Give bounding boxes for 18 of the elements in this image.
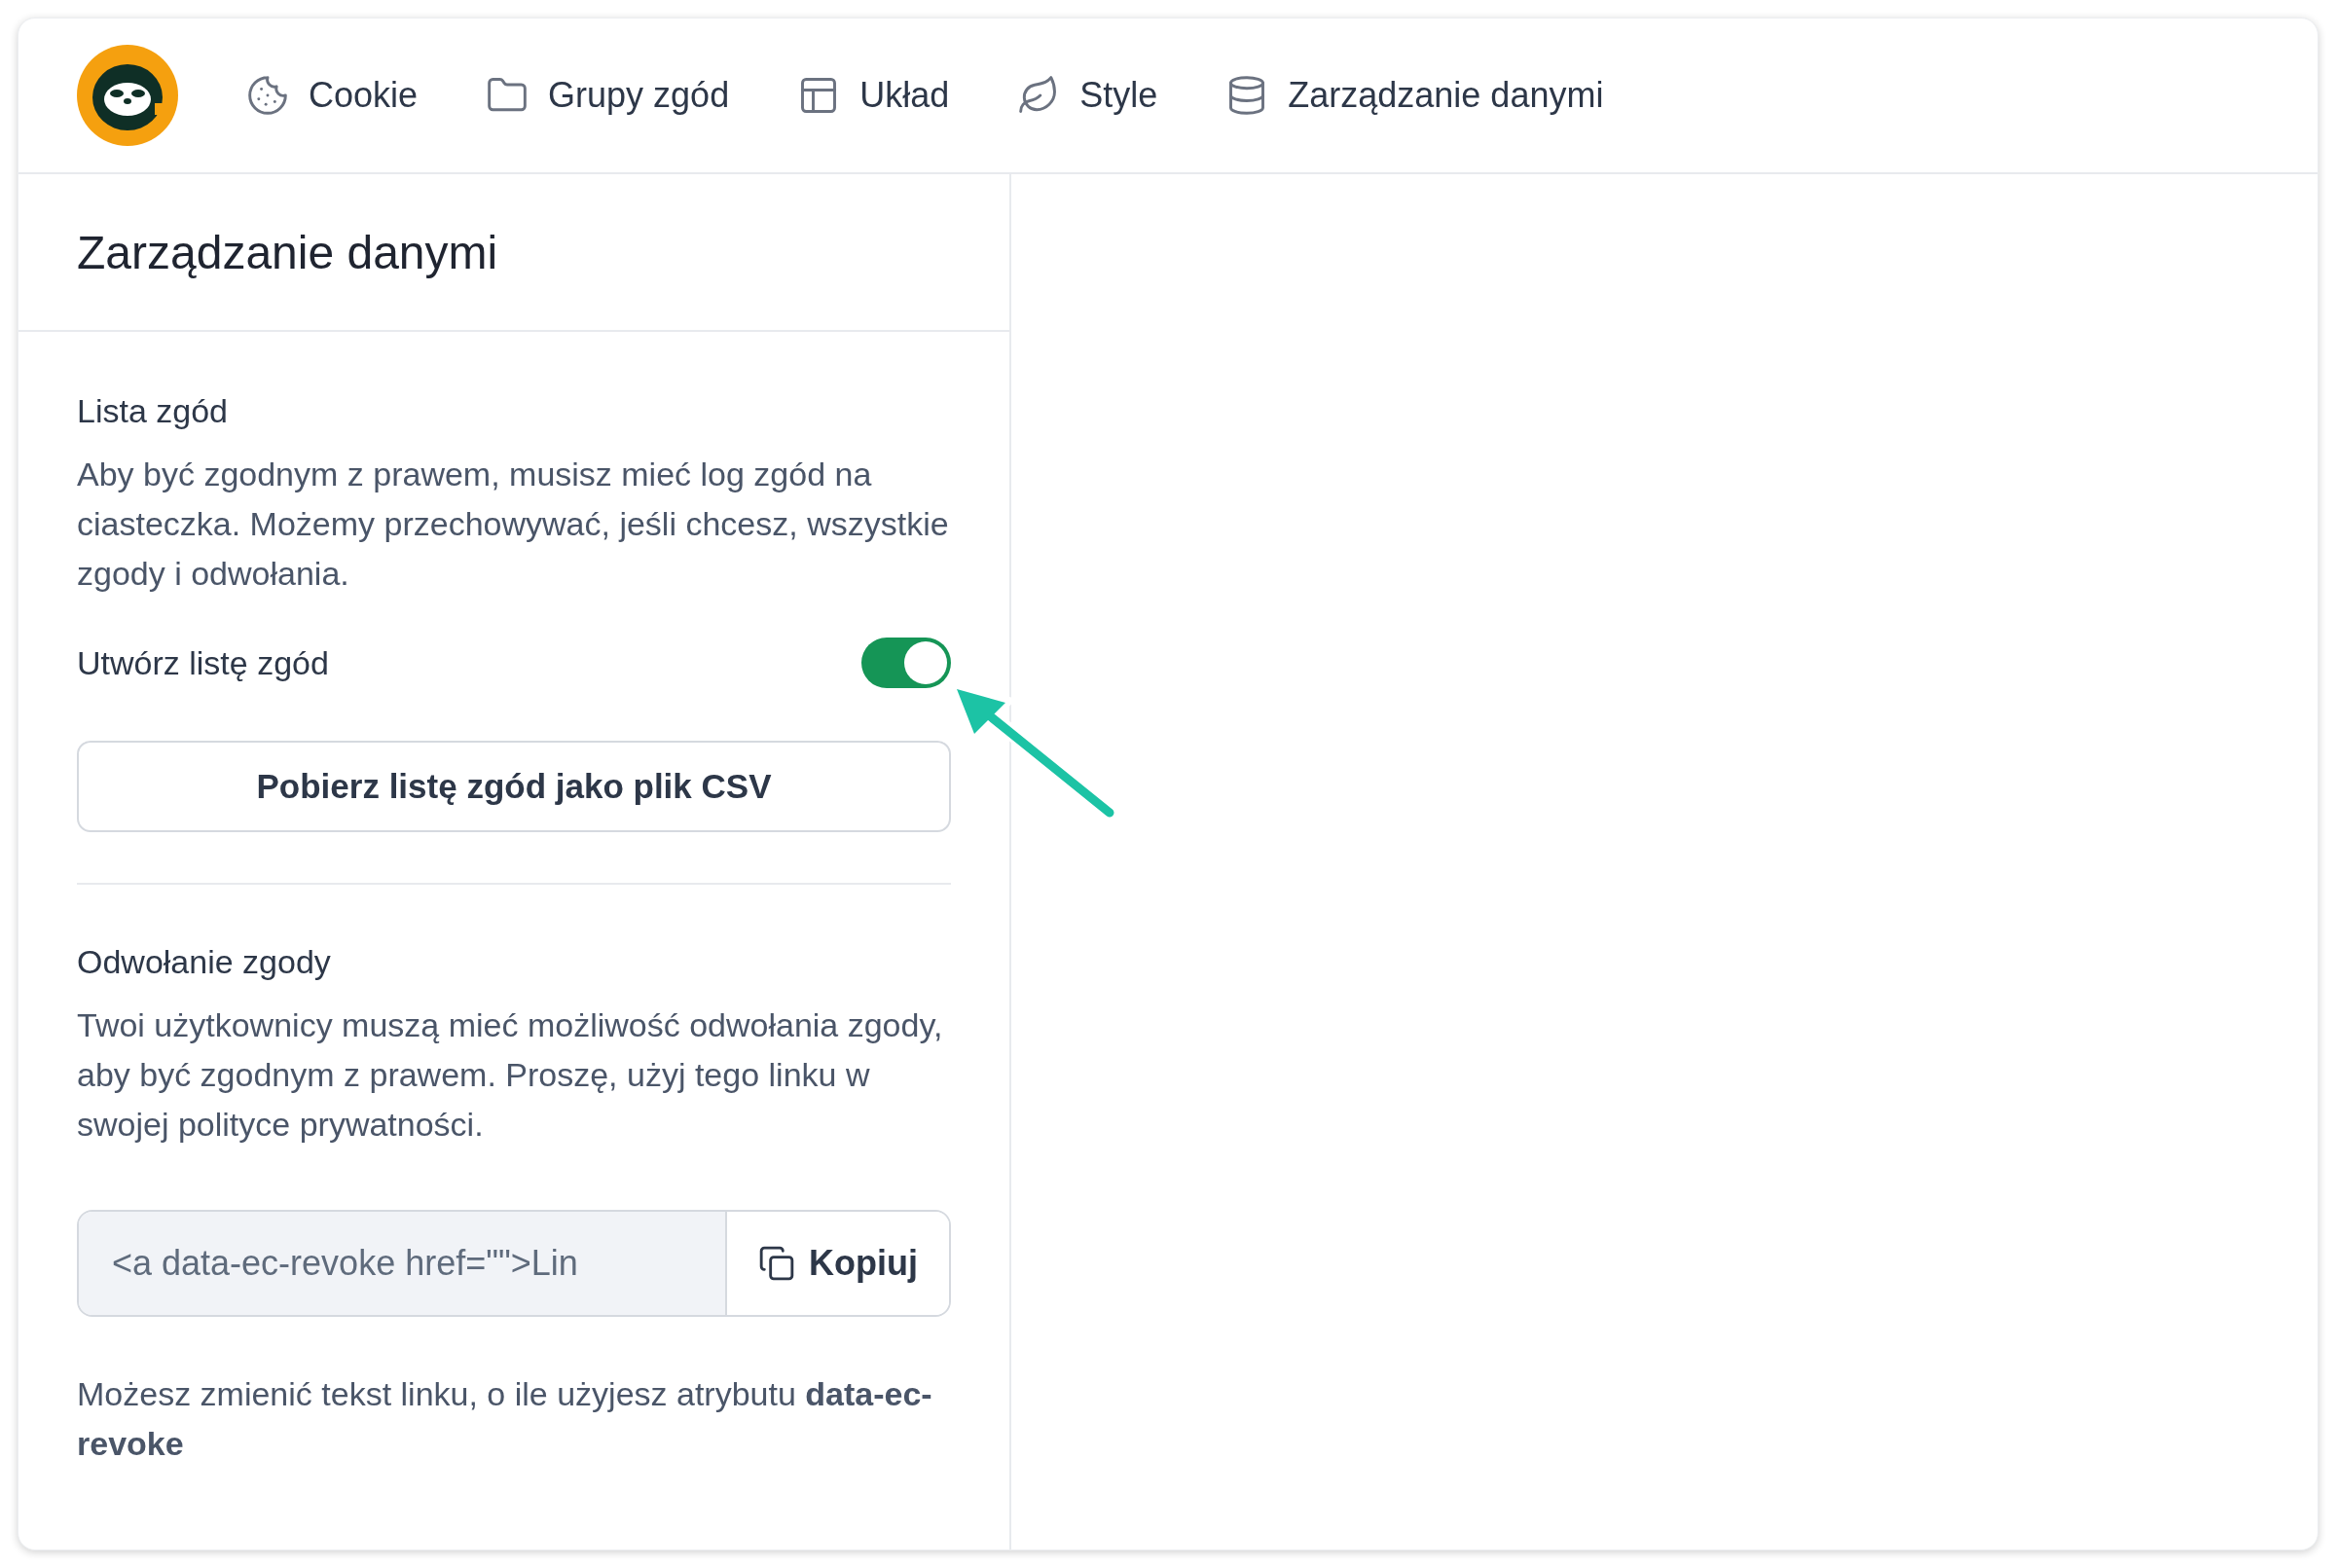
copy-icon bbox=[758, 1245, 795, 1282]
cookie-icon bbox=[246, 74, 289, 117]
nav-link[interactable]: Zarządzanie danymi bbox=[1225, 74, 1604, 117]
copy-button[interactable]: Kopiuj bbox=[725, 1212, 949, 1315]
section-description: Aby być zgodnym z prawem, musisz mieć log zgód na ciasteczka. Możemy przechowywać, jeśli chcesz, wszystkie zgody i odwołania. bbox=[77, 455, 950, 594]
nav-link[interactable]: Cookie bbox=[246, 74, 419, 117]
toggle-label: Utwórz listę zgód bbox=[77, 643, 329, 682]
hint-text: Możesz zmienić tekst linku, o ile użyjesz atrybutu data-ec-revoke bbox=[77, 1374, 933, 1464]
section-description: Twoi użytkownicy muszą mieć możliwość odwołania zgody, aby być zgodnym z prawem. Proszę, użyj tego linku w swojej polityce prywatności. bbox=[77, 1005, 944, 1145]
code-field[interactable]: <a data-ec-revoke href="">Lin bbox=[79, 1212, 725, 1315]
toggle-switch[interactable] bbox=[861, 638, 951, 688]
download-csv-button[interactable]: Pobierz listę zgód jako plik CSV bbox=[77, 741, 951, 832]
nav-link[interactable]: Style bbox=[1017, 74, 1158, 117]
panel-title: Zarządzanie danymi bbox=[18, 174, 1009, 332]
section-heading: Odwołanie zgody bbox=[77, 943, 332, 981]
nav-link[interactable]: Grupy zgód bbox=[486, 74, 730, 117]
nav-link[interactable]: Układ bbox=[797, 74, 950, 117]
section-heading: Lista zgód bbox=[77, 392, 229, 430]
